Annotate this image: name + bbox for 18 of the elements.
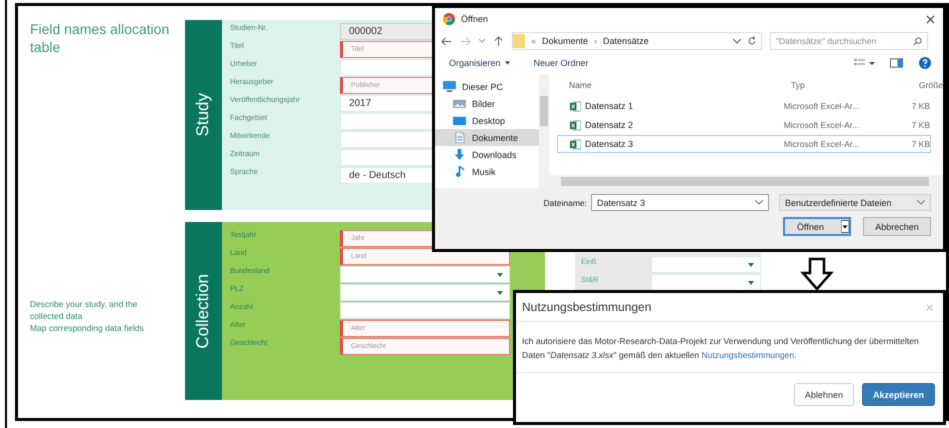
file-type: Microsoft Excel-Ar...	[784, 101, 860, 111]
dialog-title: Nutzungsbestimmungen	[522, 300, 652, 314]
file-size: 7 KB	[910, 139, 930, 149]
section-title: Study	[193, 93, 214, 137]
consent-text: Ich autorisiere das Motor-Research-Data-Projekt zur Verwendung und Veröffentlichung der übermittelten Daten "Datensatz 3.xlsx" gemäß den aktuellen Nutzungsbestimmungen.	[516, 322, 943, 373]
dialog-title: Öffnen	[461, 14, 489, 24]
file-size: 7 KB	[910, 120, 930, 130]
description-text: Map corresponding data fields	[30, 322, 145, 334]
file-name: Datensatz 1	[585, 101, 634, 111]
file-type: Microsoft Excel-Ar...	[784, 120, 860, 130]
file-type: Microsoft Excel-Ar...	[784, 139, 860, 149]
description-text: Describe your study, and the collected data	[30, 298, 139, 322]
field-label: Dateiname:	[544, 198, 587, 208]
page-title: Field names allocation table	[30, 20, 170, 57]
file-name: Datensatz 3	[585, 139, 634, 149]
file-name: Datensatz 2	[585, 120, 634, 130]
section-title: Collection	[193, 274, 214, 348]
file-size: 7 KB	[910, 101, 930, 111]
